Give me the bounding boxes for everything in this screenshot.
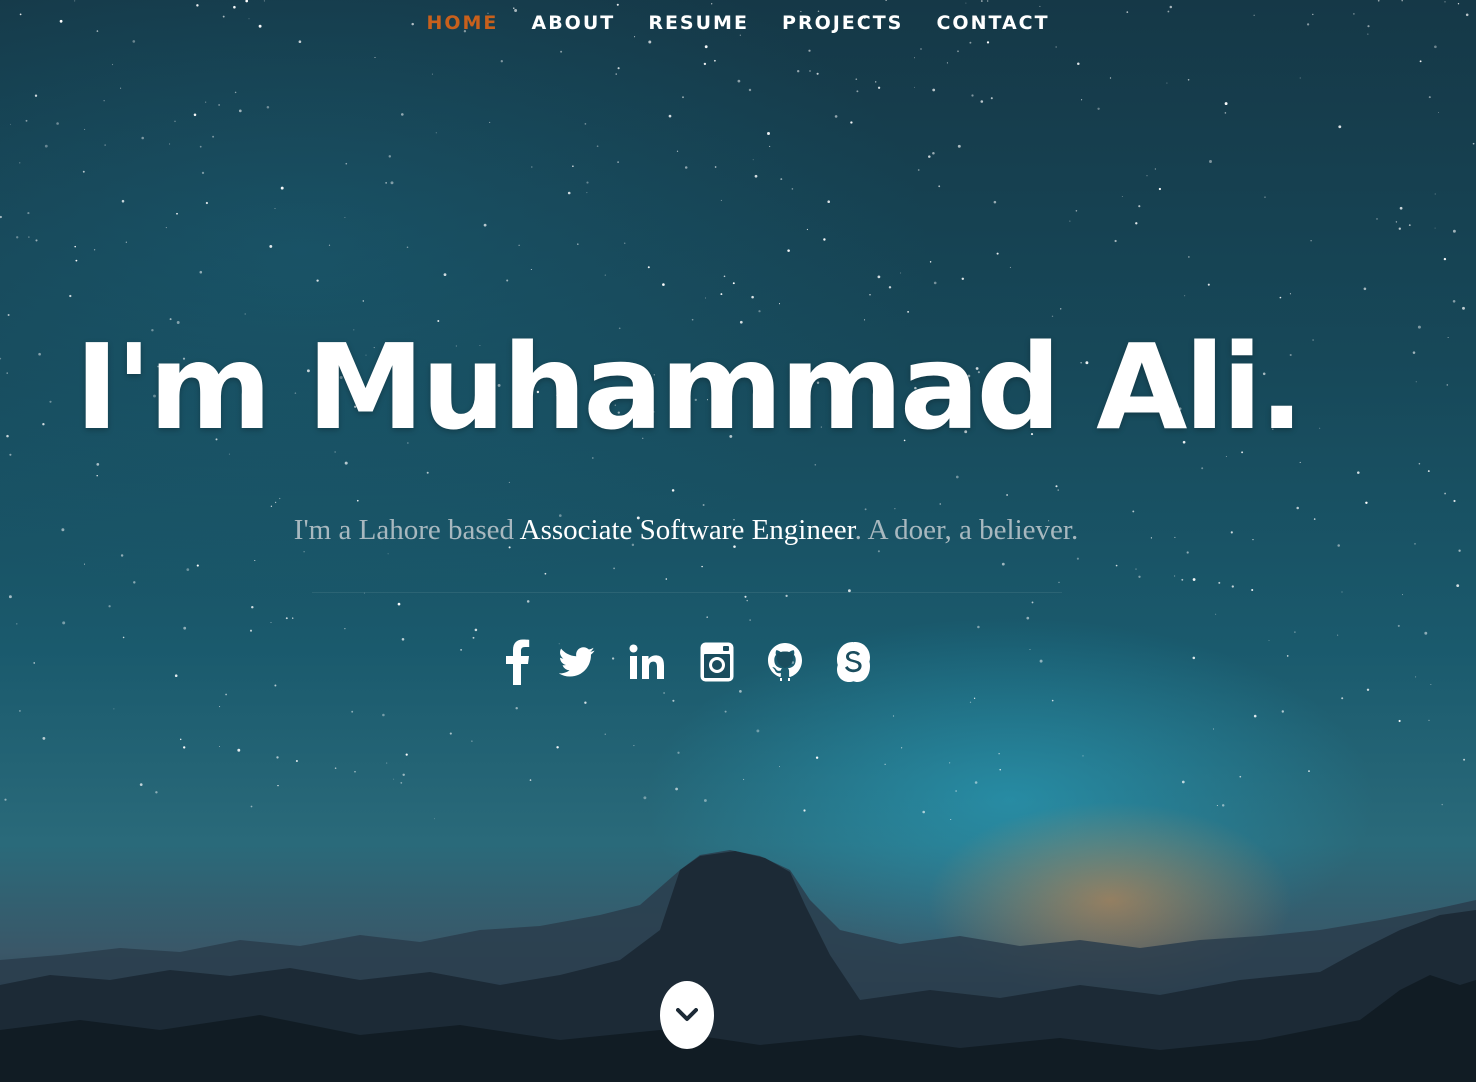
tagline-prefix: I'm a Lahore based — [293, 514, 520, 546]
hero-headline: I'm Muhammad Ali. — [74, 318, 1304, 456]
twitter-icon[interactable] — [555, 636, 599, 688]
facebook-icon[interactable] — [495, 636, 539, 688]
nav-item-about[interactable]: ABOUT — [531, 12, 615, 34]
nav-item-resume[interactable]: RESUME — [648, 12, 749, 34]
instagram-icon[interactable] — [695, 636, 739, 688]
tagline-suffix: . A doer, a believer. — [854, 514, 1079, 546]
main-nav: HOME ABOUT RESUME PROJECTS CONTACT — [0, 12, 1476, 34]
nav-item-home[interactable]: HOME — [426, 12, 498, 34]
nav-item-projects[interactable]: PROJECTS — [782, 12, 903, 34]
hero-divider — [312, 592, 1062, 593]
chevron-down-icon — [676, 1008, 698, 1021]
hero-tagline: I'm a Lahore based Associate Software En… — [0, 514, 1372, 547]
linkedin-icon[interactable] — [625, 636, 669, 688]
hero-section: HOME ABOUT RESUME PROJECTS CONTACT I'm M… — [0, 0, 1476, 1082]
tagline-job-title: Associate Software Engineer — [519, 514, 855, 546]
github-icon[interactable] — [763, 636, 807, 688]
scroll-down-button[interactable] — [660, 981, 714, 1049]
nav-item-contact[interactable]: CONTACT — [936, 12, 1049, 34]
skype-icon[interactable] — [831, 636, 875, 688]
